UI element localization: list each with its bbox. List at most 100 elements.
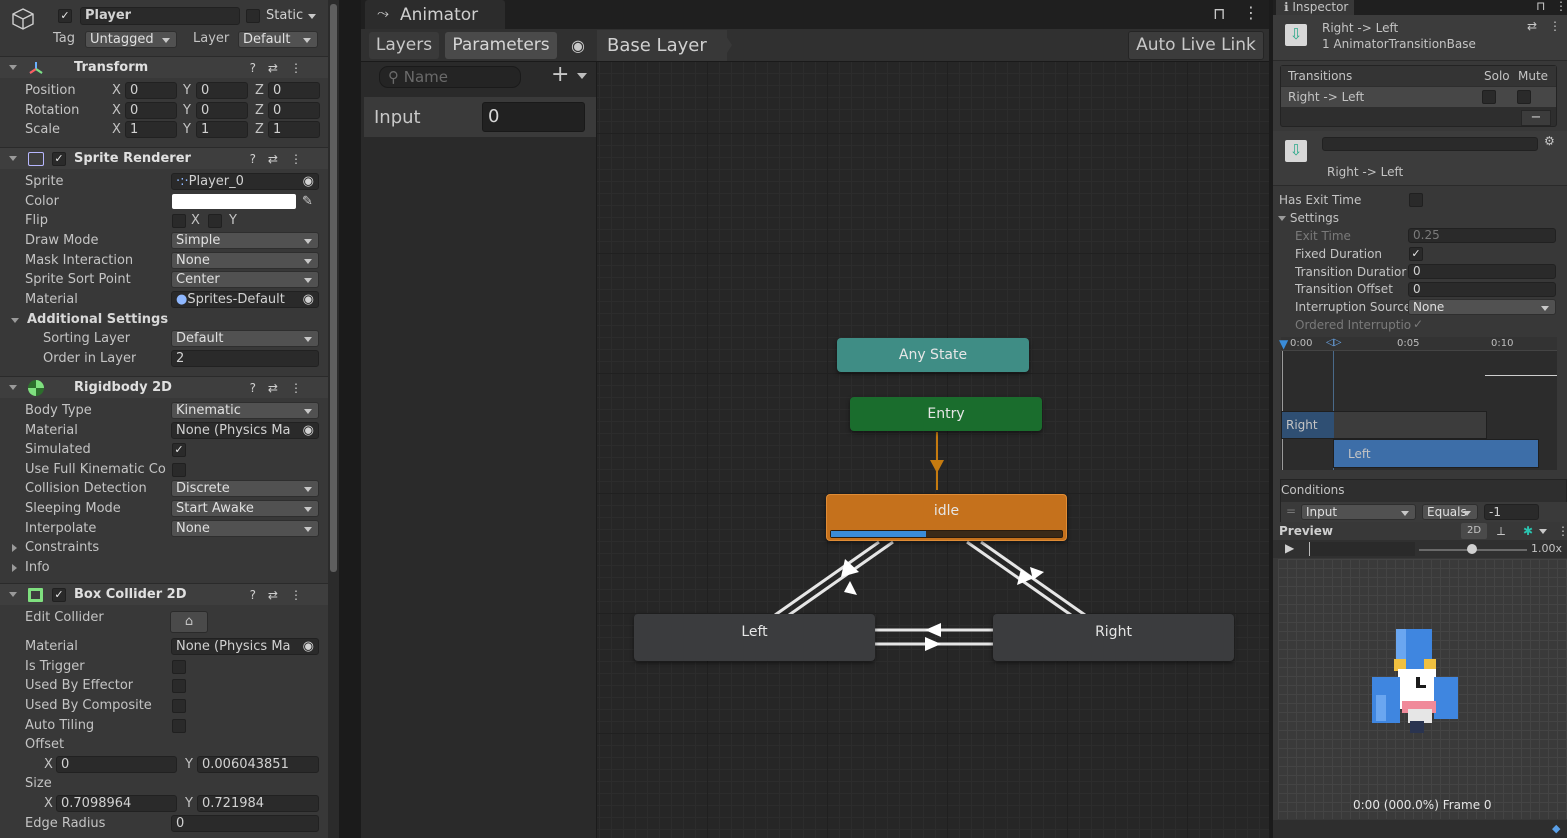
offset-x-field[interactable]: 0	[56, 756, 177, 773]
condition-row[interactable]: = Input Equals -1	[1281, 502, 1567, 522]
eyedropper-icon[interactable]: ✎	[302, 192, 313, 212]
parameter-value-field[interactable]: 0	[482, 102, 585, 132]
edit-collider-button[interactable]: ⌂	[170, 611, 208, 633]
sorting-layer-dropdown[interactable]: Default	[171, 330, 319, 347]
sprite-field[interactable]: ·:·Player_0 ◉	[171, 173, 319, 190]
info-foldout[interactable]: Info	[0, 558, 328, 578]
body-type-dropdown[interactable]: Kinematic	[171, 402, 319, 419]
position-x-field[interactable]: 0	[125, 82, 177, 99]
fold-arrow-icon[interactable]	[9, 385, 17, 390]
component-menu-icons[interactable]: ?⇄⋮	[250, 584, 314, 606]
preview-viewport[interactable]	[1278, 559, 1567, 819]
timeline-exit-marker-icon[interactable]: ◁▷	[1326, 337, 1341, 348]
tag-dropdown[interactable]: Untagged	[85, 31, 177, 48]
condition-parameter-dropdown[interactable]: Input	[1301, 504, 1416, 520]
inspector-scrollbar[interactable]	[328, 0, 339, 838]
sprite-renderer-enabled-checkbox[interactable]: ✓	[52, 152, 66, 166]
preview-2d-button[interactable]: 2D	[1461, 523, 1487, 539]
full-kinematic-checkbox[interactable]	[172, 463, 186, 477]
condition-value-field[interactable]: -1	[1484, 504, 1539, 520]
settings-foldout[interactable]: Settings	[1278, 211, 1339, 225]
foldout-arrow-icon[interactable]	[12, 564, 17, 572]
parameters-tab[interactable]: Parameters	[445, 32, 557, 59]
order-in-layer-field[interactable]: 2	[171, 350, 319, 367]
flip-x-checkbox[interactable]	[172, 214, 186, 228]
state-machine-graph[interactable]: Any State Entry idle Left Right	[597, 62, 1269, 838]
fixed-duration-checkbox[interactable]: ✓	[1409, 247, 1423, 261]
any-state-node[interactable]: Any State	[837, 338, 1029, 372]
layer-dropdown[interactable]: Default	[238, 31, 318, 48]
position-z-field[interactable]: 0	[268, 82, 320, 99]
mask-interaction-dropdown[interactable]: None	[171, 252, 319, 269]
fold-arrow-icon[interactable]	[9, 65, 17, 70]
idle-node[interactable]: idle	[826, 494, 1067, 541]
box-collider-header[interactable]: ✓ Box Collider 2D ?⇄⋮	[0, 583, 328, 605]
auto-tiling-checkbox[interactable]	[172, 719, 186, 733]
transform-header[interactable]: Transform ?⇄⋮	[0, 56, 328, 78]
transition-timeline[interactable]: 0:00 0:05 0:10 ▼ ◁▷ Right Left	[1279, 337, 1557, 470]
avatar-icon[interactable]: ✱	[1523, 522, 1533, 540]
scale-x-field[interactable]: 1	[125, 121, 177, 138]
transition-duration-field[interactable]: 0	[1408, 264, 1556, 279]
sprite-renderer-header[interactable]: ✓ Sprite Renderer ?⇄⋮	[0, 147, 328, 169]
avatar-dropdown-icon[interactable]	[1539, 529, 1547, 534]
left-state-node[interactable]: Left	[634, 614, 875, 661]
foldout-arrow-icon[interactable]	[12, 544, 17, 552]
add-parameter-icon[interactable]: +	[551, 62, 569, 87]
box-collider-enabled-checkbox[interactable]: ✓	[52, 588, 66, 602]
rb-material-field[interactable]: None (Physics Ma ◉	[171, 422, 319, 439]
condition-operator-dropdown[interactable]: Equals	[1422, 504, 1478, 520]
component-menu-icons[interactable]: ?⇄⋮	[250, 148, 314, 170]
is-trigger-checkbox[interactable]	[172, 660, 186, 674]
transition-settings-icon[interactable]: ⚙	[1544, 134, 1555, 148]
has-exit-time-checkbox[interactable]	[1409, 193, 1423, 207]
left-right-transitions[interactable]	[875, 623, 994, 651]
used-by-effector-checkbox[interactable]	[172, 679, 186, 693]
object-picker-icon[interactable]: ◉	[303, 174, 314, 189]
lock-icon[interactable]: ⊓	[1213, 4, 1225, 23]
play-icon[interactable]: ▶	[1285, 541, 1294, 555]
pivot-icon[interactable]: ⟂	[1497, 522, 1505, 540]
used-by-composite-checkbox[interactable]	[172, 699, 186, 713]
parameter-search[interactable]: ⚲ Name	[379, 66, 521, 88]
component-menu-icons[interactable]: ?⇄⋮	[250, 57, 314, 79]
size-y-field[interactable]: 0.721984	[197, 795, 319, 812]
sprite-sort-point-dropdown[interactable]: Center	[171, 271, 319, 288]
gameobject-name-field[interactable]: Player	[80, 7, 240, 25]
color-swatch[interactable]	[172, 194, 296, 209]
right-state-node[interactable]: Right	[993, 614, 1234, 661]
scale-y-field[interactable]: 1	[196, 121, 248, 138]
transition-list-row[interactable]: Right -> Left	[1281, 87, 1556, 107]
timeline-left-clip[interactable]: Left	[1333, 439, 1539, 468]
edge-radius-field[interactable]: 0	[171, 815, 319, 832]
speed-slider-thumb[interactable]	[1467, 544, 1477, 554]
rigidbody-header[interactable]: Rigidbody 2D ?⇄⋮	[0, 376, 328, 398]
transition-offset-field[interactable]: 0	[1408, 282, 1556, 297]
interruption-source-dropdown[interactable]: None	[1408, 299, 1556, 315]
constraints-foldout[interactable]: Constraints	[0, 538, 328, 558]
remove-transition-button[interactable]: −	[1521, 110, 1551, 126]
sleeping-mode-dropdown[interactable]: Start Awake	[171, 500, 319, 517]
fold-arrow-icon[interactable]	[9, 156, 17, 161]
collision-detection-dropdown[interactable]: Discrete	[171, 480, 319, 497]
foldout-arrow-icon[interactable]	[11, 318, 19, 323]
idle-left-transitions[interactable]	[774, 540, 894, 617]
object-picker-icon[interactable]: ◉	[303, 292, 314, 307]
bc-material-field[interactable]: None (Physics Ma ◉	[171, 638, 319, 655]
draw-mode-dropdown[interactable]: Simple	[171, 232, 319, 249]
offset-y-field[interactable]: 0.006043851	[197, 756, 319, 773]
timeline-start-marker-icon[interactable]: ▼	[1279, 337, 1288, 351]
preview-menu-icon[interactable]: ⋮	[1557, 522, 1567, 540]
auto-live-link-button[interactable]: Auto Live Link	[1128, 31, 1264, 60]
animator-tab[interactable]: ⤳ Animator	[365, 0, 505, 29]
transition-name-field[interactable]	[1322, 137, 1538, 151]
flip-y-checkbox[interactable]	[208, 214, 222, 228]
rotation-x-field[interactable]: 0	[125, 102, 177, 119]
timeline-right-clip[interactable]: Right	[1281, 411, 1487, 439]
foldout-arrow-icon[interactable]	[1278, 216, 1286, 221]
entry-node[interactable]: Entry	[850, 397, 1042, 431]
inspector-tab[interactable]: ℹ Inspector	[1276, 0, 1354, 15]
preview-scrubber[interactable]	[1309, 542, 1415, 556]
rotation-y-field[interactable]: 0	[196, 102, 248, 119]
interpolate-dropdown[interactable]: None	[171, 520, 319, 537]
